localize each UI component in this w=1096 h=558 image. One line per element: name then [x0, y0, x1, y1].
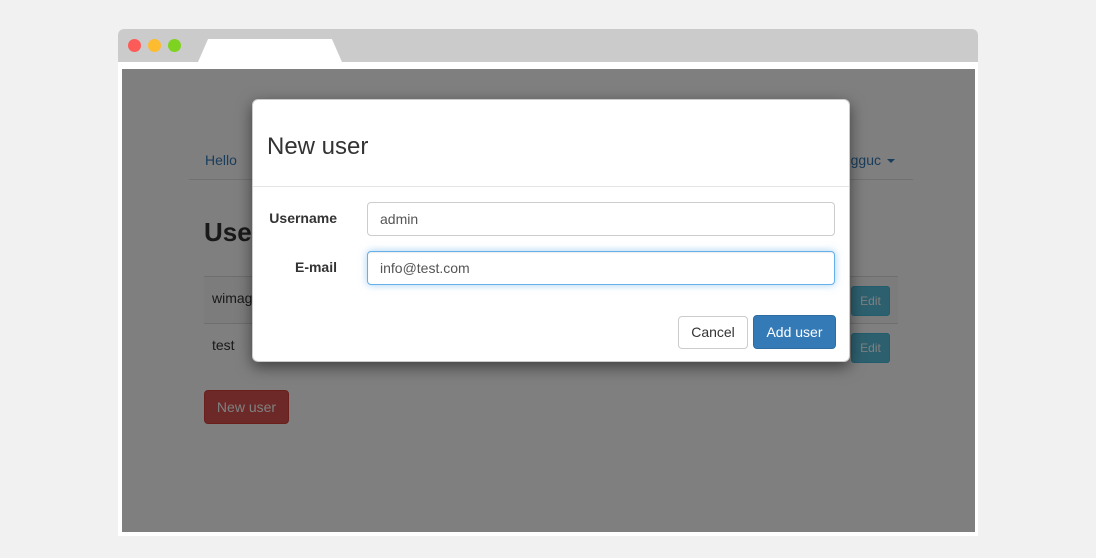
- maximize-window-icon[interactable]: [168, 39, 181, 52]
- username-input[interactable]: [367, 202, 835, 236]
- email-input[interactable]: [367, 251, 835, 285]
- browser-tab[interactable]: [198, 39, 342, 62]
- cancel-button[interactable]: Cancel: [678, 316, 748, 349]
- modal-title: New user: [267, 133, 369, 160]
- close-window-icon[interactable]: [128, 39, 141, 52]
- minimize-window-icon[interactable]: [148, 39, 161, 52]
- username-label: Username: [269, 210, 337, 226]
- add-user-button[interactable]: Add user: [753, 315, 836, 349]
- browser-titlebar: [118, 29, 978, 62]
- modal-header: New user: [253, 100, 849, 187]
- new-user-modal: New user Username E-mail Cancel Add user: [252, 99, 850, 362]
- email-label: E-mail: [294, 259, 337, 275]
